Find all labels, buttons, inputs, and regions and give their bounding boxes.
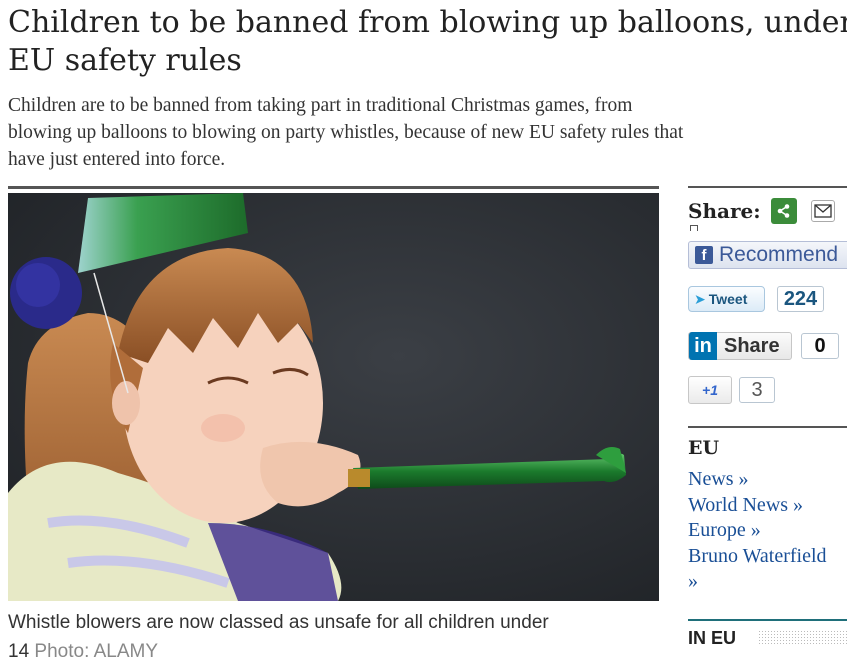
article-divider: [8, 186, 659, 189]
tweet-count: 224: [777, 286, 824, 312]
photo-caption: Whistle blowers are now classed as unsaf…: [8, 608, 659, 666]
sidebar-link-world-news[interactable]: World News »: [688, 493, 827, 519]
caption-number: 14: [8, 641, 30, 662]
linkedin-button-label: Share: [724, 334, 780, 357]
share-icon[interactable]: [770, 198, 797, 224]
article-headline: Children to be banned from blowing up ba…: [8, 4, 847, 80]
section-title: EU: [688, 437, 720, 459]
share-divider: [688, 186, 847, 188]
facebook-icon: f: [695, 246, 713, 264]
share-bar: Share:: [688, 196, 835, 226]
sidebar-link-news[interactable]: News »: [688, 467, 827, 493]
article-photo[interactable]: [8, 193, 659, 601]
standfirst-line: blowing up balloons to blowing on party …: [8, 122, 684, 143]
google-plus-count: 3: [739, 377, 775, 403]
section-divider: [688, 426, 847, 428]
in-eu-title: IN EU: [688, 628, 737, 648]
google-plus-label: +1: [702, 382, 718, 398]
linkedin-count: 0: [801, 333, 839, 359]
sidebar-link-author-arrow[interactable]: »: [688, 569, 827, 595]
facebook-button-label: Recommend: [719, 243, 839, 266]
photo-illustration: [8, 193, 659, 601]
in-eu-divider: [688, 619, 847, 621]
headline-line: Children to be banned from blowing up ba…: [8, 5, 847, 40]
facebook-recommend-button[interactable]: f Recommend: [688, 241, 847, 269]
linkedin-icon: in: [689, 332, 717, 360]
headline-line: EU safety rules: [8, 43, 242, 78]
sidebar-link-author[interactable]: Bruno Waterfield: [688, 544, 827, 570]
small-doc-icon: [690, 225, 698, 231]
article-standfirst: Children are to be banned from taking pa…: [8, 92, 847, 173]
linkedin-share-button[interactable]: in Share: [688, 332, 792, 360]
caption-text: Whistle blowers are now classed as unsaf…: [8, 612, 549, 633]
standfirst-line: Children are to be banned from taking pa…: [8, 95, 633, 116]
standfirst-line: have just entered into force.: [8, 149, 226, 170]
sidebar-link-europe[interactable]: Europe »: [688, 518, 827, 544]
tweet-button-label: Tweet: [708, 291, 748, 307]
twitter-bird-icon: ➤: [694, 290, 706, 307]
tweet-button[interactable]: ➤ Tweet: [688, 286, 765, 312]
photo-credit: Photo: ALAMY: [34, 641, 158, 662]
google-plus-button[interactable]: +1: [688, 376, 732, 404]
mail-icon[interactable]: [810, 200, 835, 222]
section-links: News » World News » Europe » Bruno Water…: [688, 467, 827, 595]
share-label: Share:: [688, 199, 761, 223]
in-eu-pattern: [758, 630, 847, 644]
